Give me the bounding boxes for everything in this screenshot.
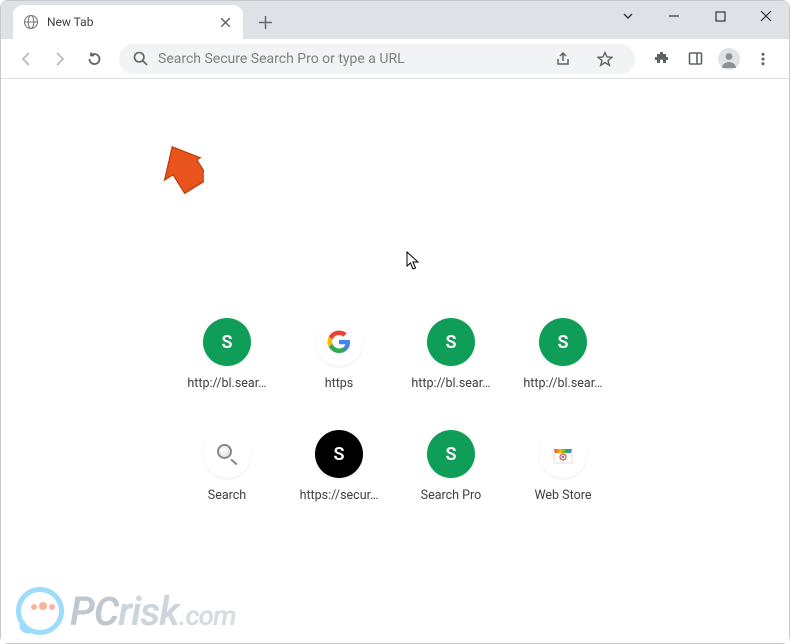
shortcut-icon: S [539,318,587,366]
cursor-icon [406,251,420,275]
extensions-icon[interactable] [645,43,677,75]
menu-icon[interactable] [747,43,779,75]
new-tab-button[interactable] [251,8,279,36]
shortcut-tile[interactable]: S https://secur… [283,416,395,528]
shortcut-label: Web Store [535,488,592,503]
arrow-annotation [154,143,204,203]
shortcut-icon: S [203,318,251,366]
shortcut-tile[interactable]: https [283,304,395,416]
side-panel-icon[interactable] [679,43,711,75]
shortcut-label: https://secur… [300,488,379,503]
tab-title: New Tab [47,15,217,29]
tab-close-button[interactable] [217,14,233,30]
shortcut-label: Search [208,488,246,503]
globe-icon [23,14,39,30]
maximize-button[interactable] [697,1,743,31]
shortcut-tile[interactable]: Web Store [507,416,619,528]
shortcut-label: http://bl.sear… [411,376,490,391]
forward-button[interactable] [45,44,75,74]
reload-button[interactable] [79,44,109,74]
search-icon [133,51,148,66]
profile-avatar[interactable] [713,43,745,75]
shortcut-tile[interactable]: S http://bl.sear… [395,304,507,416]
shortcut-tile[interactable]: S Search Pro [395,416,507,528]
close-window-button[interactable] [743,1,789,31]
browser-tab[interactable]: New Tab [13,5,243,39]
shortcut-icon: S [427,318,475,366]
shortcuts-grid: S http://bl.sear… https S http://bl.sear… [171,304,619,528]
shortcut-label: https [325,376,354,391]
omnibox-input[interactable] [158,51,537,67]
dropdown-button[interactable] [605,1,651,31]
watermark: PCrisk.com [16,587,236,635]
back-button[interactable] [11,44,41,74]
magnifier-icon [203,430,251,478]
window-controls [605,1,789,31]
shortcut-tile[interactable]: Search [171,416,283,528]
shortcut-label: http://bl.sear… [523,376,602,391]
webstore-icon [539,430,587,478]
shortcut-tile[interactable]: S http://bl.sear… [507,304,619,416]
new-tab-content: S http://bl.sear… https S http://bl.sear… [1,79,789,643]
shortcut-label: Search Pro [421,488,482,503]
shortcut-icon: S [315,430,363,478]
share-icon[interactable] [547,43,579,75]
omnibox[interactable] [119,44,635,74]
minimize-button[interactable] [651,1,697,31]
watermark-logo-icon [16,587,64,635]
watermark-text: PCrisk.com [70,588,236,635]
shortcut-label: http://bl.sear… [187,376,266,391]
shortcut-icon: S [427,430,475,478]
toolbar [1,39,789,79]
google-icon [315,318,363,366]
bookmark-star-icon[interactable] [589,43,621,75]
shortcut-tile[interactable]: S http://bl.sear… [171,304,283,416]
